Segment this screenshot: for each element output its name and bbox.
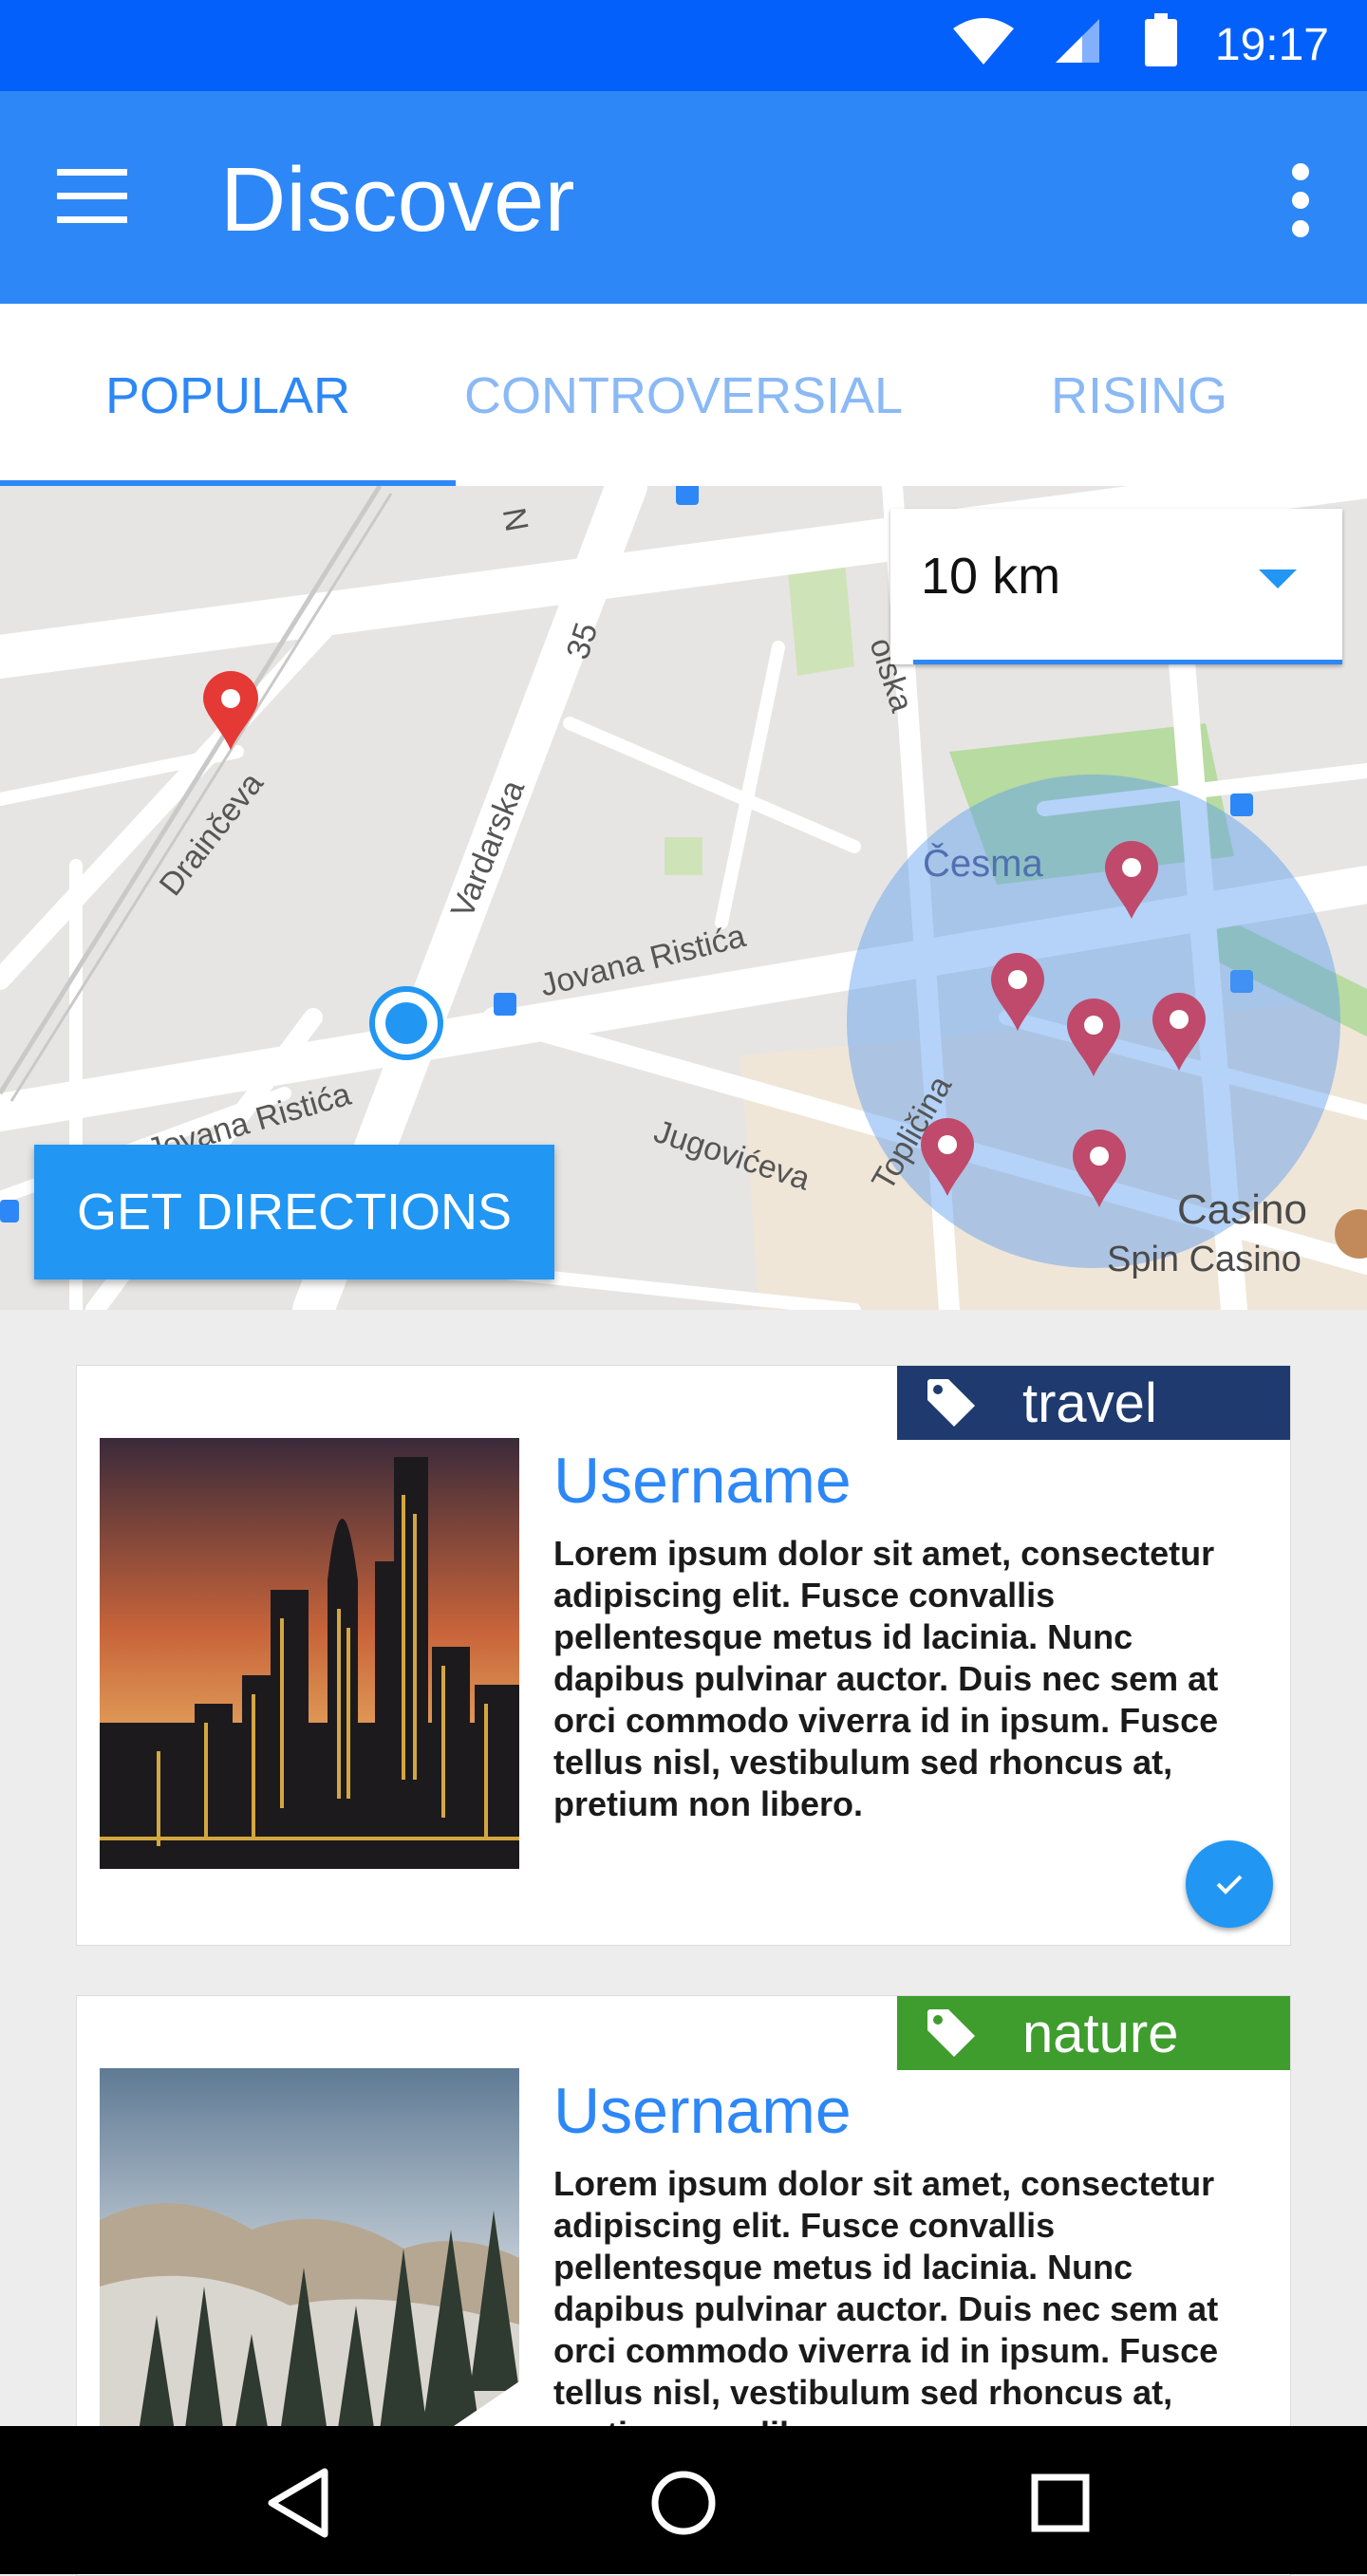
more-options-icon[interactable] [1272,158,1329,243]
cellular-signal-icon [1056,19,1099,63]
battery-icon [1145,13,1177,66]
map-pin-icon[interactable] [201,670,260,750]
category-tag[interactable]: nature [897,1996,1290,2070]
clock-time: 19:17 [1214,20,1329,70]
map-pin-icon[interactable] [1065,997,1122,1076]
radius-select[interactable]: 10 km [890,509,1342,664]
post-body: Lorem ipsum dolor sit amet, consectetur … [553,1534,1219,1823]
wifi-icon [953,18,1014,65]
tag-icon [927,2009,975,2057]
home-icon[interactable] [641,2460,726,2546]
map-pin-icon[interactable] [1151,991,1208,1071]
checkmark-button[interactable] [1186,1840,1273,1928]
map-pin-icon[interactable] [1071,1128,1128,1207]
system-navigation-bar [0,2426,1367,2574]
check-icon [1216,1875,1243,1895]
tag-icon [927,1379,975,1427]
recent-apps-icon[interactable] [1018,2460,1103,2546]
post-image-city [100,1438,519,1869]
back-icon[interactable] [258,2460,344,2546]
map-pin-icon[interactable] [1103,839,1160,919]
category-tag[interactable]: travel [897,1366,1290,1440]
tag-label: travel [1022,1372,1157,1434]
get-directions-button[interactable]: GET DIRECTIONS [34,1145,554,1279]
app-bar: Discover [0,91,1367,304]
hamburger-menu-icon[interactable] [36,159,150,235]
status-bar: 19:17 [0,0,1367,91]
post-card[interactable]: travel Username Lorem ipsum dolor sit am… [76,1365,1291,1946]
select-underline [913,660,1342,664]
post-username[interactable]: Username [553,2074,852,2148]
radius-select-value: 10 km [921,548,1061,605]
dropdown-arrow-icon [1259,569,1297,588]
place-label: Česma [923,843,1043,885]
post-body: Lorem ipsum dolor sit amet, consectetur … [553,2164,1219,2454]
place-label: Casino [1177,1186,1307,1233]
tab-bar: POPULAR CONTROVERSIAL RISING [0,304,1367,486]
page-title: Discover [220,149,575,251]
current-location-icon [369,986,443,1060]
map-pin-icon[interactable] [919,1116,976,1196]
tab-rising[interactable]: RISING [949,366,1329,425]
tab-controversial[interactable]: CONTROVERSIAL [418,366,949,425]
map-pin-icon[interactable] [989,951,1046,1031]
tab-popular[interactable]: POPULAR [0,366,456,425]
tag-label: nature [1022,2002,1179,2064]
place-label: Spin Casino [1107,1240,1301,1279]
post-username[interactable]: Username [553,1444,852,1518]
